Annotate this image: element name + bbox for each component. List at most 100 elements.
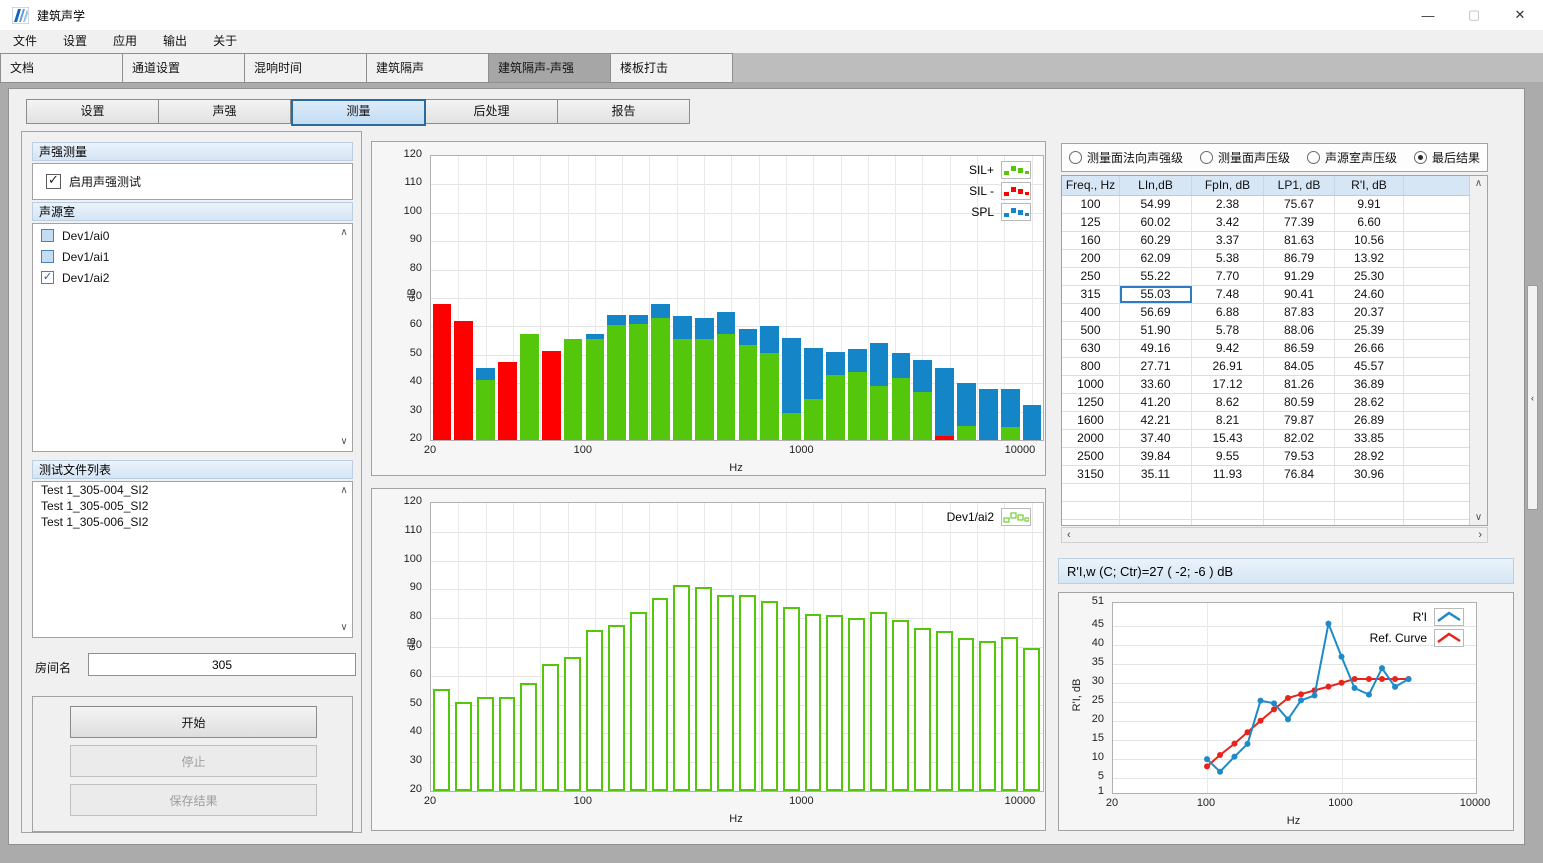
source-list-scroll-up-icon[interactable]: ∧ <box>338 227 350 239</box>
table-cell[interactable]: 6.88 <box>1192 304 1264 321</box>
table-cell[interactable]: 30.96 <box>1335 466 1404 483</box>
scroll-left-icon[interactable]: ‹ <box>1067 529 1071 541</box>
table-cell[interactable]: 39.84 <box>1120 448 1192 465</box>
radio-option[interactable]: 测量面声压级 <box>1200 149 1290 166</box>
table-cell[interactable]: 400 <box>1062 304 1120 321</box>
source-channel-row[interactable]: Dev1/ai1 <box>33 247 352 266</box>
source-list-scroll-down-icon[interactable]: ∨ <box>338 436 350 448</box>
test-file-list[interactable]: ∧∨Test 1_305-004_SI2Test 1_305-005_SI2Te… <box>32 481 353 638</box>
subtab[interactable]: 报告 <box>558 99 690 124</box>
table-row[interactable]: 80027.7126.9184.0545.57 <box>1062 358 1487 376</box>
scroll-down-icon[interactable]: ∨ <box>1470 512 1487 523</box>
table-cell[interactable]: 100 <box>1062 196 1120 213</box>
table-cell[interactable]: 5.78 <box>1192 322 1264 339</box>
table-cell[interactable]: 11.93 <box>1192 466 1264 483</box>
table-row[interactable]: 125041.208.6280.5928.62 <box>1062 394 1487 412</box>
table-cell[interactable]: 35.11 <box>1120 466 1192 483</box>
radio-option[interactable]: 测量面法向声强级 <box>1069 149 1183 166</box>
column-header[interactable]: R'I, dB <box>1335 176 1404 195</box>
table-cell[interactable]: 13.92 <box>1335 250 1404 267</box>
table-cell[interactable]: 24.60 <box>1335 286 1404 303</box>
file-list-scroll-down-icon[interactable]: ∨ <box>338 622 350 634</box>
room-name-input[interactable] <box>88 653 356 676</box>
table-cell[interactable]: 86.79 <box>1264 250 1335 267</box>
subtab[interactable]: 后处理 <box>426 99 558 124</box>
table-cell[interactable]: 37.40 <box>1120 430 1192 447</box>
table-cell[interactable]: 82.02 <box>1264 430 1335 447</box>
table-cell[interactable]: 8.21 <box>1192 412 1264 429</box>
column-header[interactable]: Freq., Hz <box>1062 176 1120 195</box>
table-cell[interactable]: 49.16 <box>1120 340 1192 357</box>
table-cell[interactable]: 9.55 <box>1192 448 1264 465</box>
table-row[interactable]: 100033.6017.1281.2636.89 <box>1062 376 1487 394</box>
table-cell[interactable]: 81.26 <box>1264 376 1335 393</box>
table-cell[interactable]: 125 <box>1062 214 1120 231</box>
source-channel-list[interactable]: Dev1/ai0 Dev1/ai1 ✓Dev1/ai2 ∧ ∨ <box>32 223 353 452</box>
table-cell[interactable]: 60.02 <box>1120 214 1192 231</box>
table-cell[interactable]: 60.29 <box>1120 232 1192 249</box>
table-cell[interactable]: 27.71 <box>1120 358 1192 375</box>
channel-checkbox[interactable] <box>41 250 54 263</box>
subtab[interactable]: 测量 <box>291 99 426 126</box>
table-cell[interactable]: 86.59 <box>1264 340 1335 357</box>
menu-item[interactable]: 应用 <box>100 30 150 53</box>
table-cell[interactable]: 500 <box>1062 322 1120 339</box>
test-file-item[interactable]: Test 1_305-004_SI2 <box>33 482 352 498</box>
test-file-item[interactable]: Test 1_305-006_SI2 <box>33 514 352 530</box>
table-h-scrollbar[interactable]: ‹ › <box>1061 527 1488 543</box>
tab[interactable]: 通道设置 <box>123 53 245 83</box>
subtab[interactable]: 设置 <box>26 99 159 124</box>
table-cell[interactable]: 54.99 <box>1120 196 1192 213</box>
table-cell[interactable]: 800 <box>1062 358 1120 375</box>
subtab[interactable]: 声强 <box>159 99 291 124</box>
tab[interactable]: 楼板打击 <box>611 53 733 83</box>
table-row[interactable]: 315035.1111.9376.8430.96 <box>1062 466 1487 484</box>
table-row[interactable]: 250039.849.5579.5328.92 <box>1062 448 1487 466</box>
table-cell[interactable]: 2.38 <box>1192 196 1264 213</box>
menu-item[interactable]: 输出 <box>150 30 200 53</box>
table-cell[interactable]: 56.69 <box>1120 304 1192 321</box>
table-cell[interactable]: 87.83 <box>1264 304 1335 321</box>
menu-item[interactable]: 设置 <box>50 30 100 53</box>
table-cell[interactable]: 3.37 <box>1192 232 1264 249</box>
radio-option[interactable]: 声源室声压级 <box>1307 149 1397 166</box>
table-row[interactable]: 16060.293.3781.6310.56 <box>1062 232 1487 250</box>
table-cell[interactable]: 41.20 <box>1120 394 1192 411</box>
table-cell[interactable]: 25.30 <box>1335 268 1404 285</box>
source-channel-row[interactable]: ✓Dev1/ai2 <box>33 268 352 287</box>
table-cell[interactable]: 62.09 <box>1120 250 1192 267</box>
scroll-up-icon[interactable]: ∧ <box>1470 178 1487 189</box>
channel-checkbox[interactable] <box>41 229 54 242</box>
table-cell[interactable]: 33.60 <box>1120 376 1192 393</box>
table-cell[interactable]: 5.38 <box>1192 250 1264 267</box>
table-cell[interactable]: 3150 <box>1062 466 1120 483</box>
file-list-scroll-up-icon[interactable]: ∧ <box>338 485 350 497</box>
table-cell[interactable]: 28.92 <box>1335 448 1404 465</box>
table-cell[interactable]: 77.39 <box>1264 214 1335 231</box>
column-header[interactable]: FpIn, dB <box>1192 176 1264 195</box>
table-cell[interactable]: 26.66 <box>1335 340 1404 357</box>
table-cell[interactable]: 26.89 <box>1335 412 1404 429</box>
table-row[interactable]: 63049.169.4286.5926.66 <box>1062 340 1487 358</box>
table-cell[interactable]: 1000 <box>1062 376 1120 393</box>
table-row[interactable]: 20062.095.3886.7913.92 <box>1062 250 1487 268</box>
table-cell[interactable]: 55.22 <box>1120 268 1192 285</box>
radio-option[interactable]: 最后结果 <box>1414 149 1480 166</box>
table-cell[interactable]: 88.06 <box>1264 322 1335 339</box>
table-cell[interactable]: 2500 <box>1062 448 1120 465</box>
radio-circle[interactable] <box>1307 151 1320 164</box>
table-cell[interactable]: 20.37 <box>1335 304 1404 321</box>
table-cell[interactable]: 6.60 <box>1335 214 1404 231</box>
table-cell[interactable]: 8.62 <box>1192 394 1264 411</box>
source-channel-row[interactable]: Dev1/ai0 <box>33 226 352 245</box>
tab[interactable]: 建筑隔声 <box>367 53 489 83</box>
table-v-scrollbar[interactable]: ∧∨ <box>1469 176 1487 525</box>
maximize-button[interactable]: ▢ <box>1451 0 1497 30</box>
table-cell[interactable]: 81.63 <box>1264 232 1335 249</box>
menu-item[interactable]: 文件 <box>0 30 50 53</box>
column-header[interactable]: LP1, dB <box>1264 176 1335 195</box>
table-cell[interactable]: 10.56 <box>1335 232 1404 249</box>
enable-intensity-row[interactable]: ✓ 启用声强测试 <box>32 163 353 200</box>
table-row[interactable]: 160042.218.2179.8726.89 <box>1062 412 1487 430</box>
tab[interactable]: 文档 <box>0 53 123 83</box>
